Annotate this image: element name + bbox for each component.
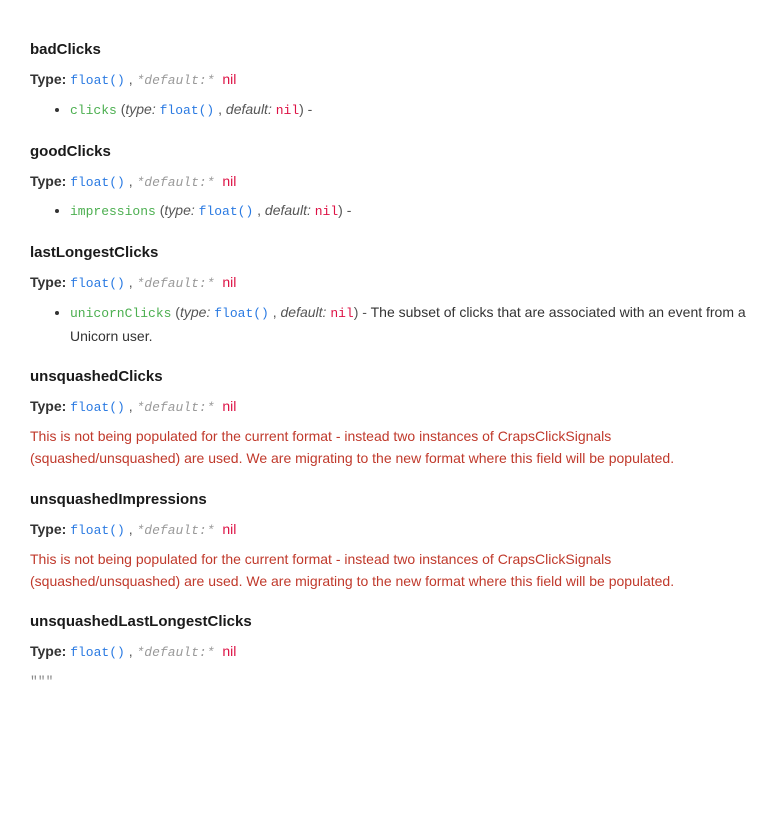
nil-value: nil [222,173,236,189]
param-list-badClicks: clicks (type: float() , default: nil) - [70,98,748,122]
param-default-label: default: [277,304,331,320]
dash: - [358,304,370,320]
type-value: float() [70,645,125,660]
type-label: Type: [30,71,70,87]
type-label: Type: [30,173,70,189]
nil-value: nil [222,274,236,290]
section-title-unsquashedImpressions: unsquashedImpressions [30,488,748,512]
default-label: *default:* [136,175,222,190]
comma: , [125,521,137,537]
list-item: clicks (type: float() , default: nil) - [70,98,748,122]
param-default-label: default: [222,101,276,117]
comma: , [125,173,137,189]
nil-value: nil [222,398,236,414]
warning-text-unsquashedClicks: This is not being populated for the curr… [30,425,748,470]
type-line-badClicks: Type: float() , *default:* nil [30,68,748,92]
type-label: Type: [30,643,70,659]
type-line-goodClicks: Type: float() , *default:* nil [30,170,748,194]
param-list-goodClicks: impressions (type: float() , default: ni… [70,199,748,223]
type-label: Type: [30,398,70,414]
param-name: unicornClicks [70,306,171,321]
type-line-unsquashedLastLongestClicks: Type: float() , *default:* nil [30,640,748,664]
list-item: unicornClicks (type: float() , default: … [70,301,748,347]
default-label: *default:* [136,523,222,538]
section-title-lastLongestClicks: lastLongestClicks [30,241,748,265]
param-type-label: type: [125,101,159,117]
param-name: clicks [70,103,117,118]
default-label: *default:* [136,276,222,291]
param-type-label: type: [180,304,214,320]
param-comma: , [214,101,222,117]
type-label: Type: [30,521,70,537]
default-label: *default:* [136,73,222,88]
param-comma: , [253,202,261,218]
param-default-value: nil [276,103,299,118]
type-label: Type: [30,274,70,290]
list-item: impressions (type: float() , default: ni… [70,199,748,223]
section-title-unsquashedLastLongestClicks: unsquashedLastLongestClicks [30,610,748,634]
comma: , [125,643,137,659]
default-label: *default:* [136,400,222,415]
nil-value: nil [222,521,236,537]
dash: - [304,101,313,117]
open-paren: ( [171,304,180,320]
nil-value: nil [222,71,236,87]
type-value: float() [70,175,125,190]
section-title-unsquashedClicks: unsquashedClicks [30,365,748,389]
documentation-container: badClicksType: float() , *default:* nilc… [30,38,748,693]
param-default-value: nil [330,306,353,321]
param-default-label: default: [261,202,315,218]
type-line-unsquashedClicks: Type: float() , *default:* nil [30,395,748,419]
param-list-lastLongestClicks: unicornClicks (type: float() , default: … [70,301,748,347]
type-value: float() [70,73,125,88]
nil-value: nil [222,643,236,659]
comma: , [125,71,137,87]
param-default-value: nil [315,204,338,219]
param-type-label: type: [164,202,198,218]
type-line-unsquashedImpressions: Type: float() , *default:* nil [30,518,748,542]
section-title-goodClicks: goodClicks [30,140,748,164]
param-comma: , [269,304,277,320]
default-label: *default:* [136,645,222,660]
warning-text-unsquashedImpressions: This is not being populated for the curr… [30,548,748,593]
param-type-value: float() [199,204,254,219]
param-type-value: float() [214,306,269,321]
type-value: float() [70,523,125,538]
param-type-value: float() [160,103,215,118]
comma: , [125,274,137,290]
dash: - [343,202,352,218]
comma: , [125,398,137,414]
trailing-quote: """ [30,672,748,693]
section-title-badClicks: badClicks [30,38,748,62]
type-value: float() [70,400,125,415]
param-name: impressions [70,204,156,219]
type-line-lastLongestClicks: Type: float() , *default:* nil [30,271,748,295]
type-value: float() [70,276,125,291]
